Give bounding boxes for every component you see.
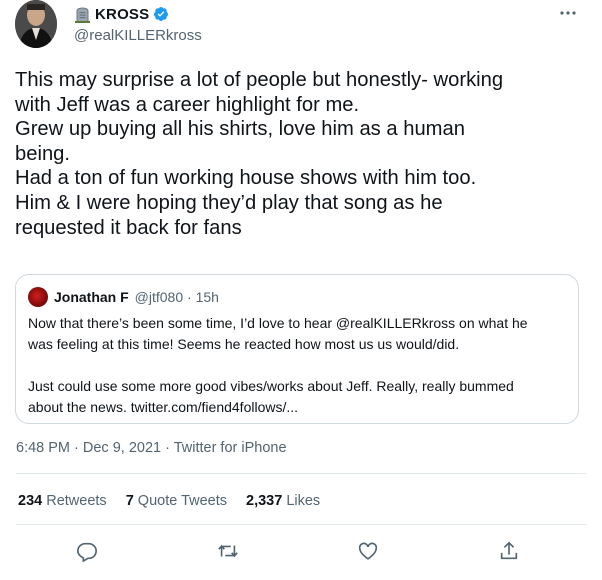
quote-text: Now that there’s been some time, I’d lov… xyxy=(28,313,568,418)
tweet-timestamp[interactable]: 6:48 PM · Dec 9, 2021 · Twitter for iPho… xyxy=(16,440,287,456)
tweet-detail: KROSS @realKILLERkross This may surprise… xyxy=(0,0,602,580)
likes-label: Likes xyxy=(286,493,321,509)
action-bar xyxy=(0,540,602,564)
retweets-label: Retweets xyxy=(46,493,107,509)
quote-tweets-stat[interactable]: 7 Quote Tweets xyxy=(126,493,227,509)
divider xyxy=(16,524,586,525)
share-icon[interactable] xyxy=(498,540,520,562)
retweets-count: 234 xyxy=(18,493,43,509)
headstone-emoji-icon xyxy=(74,5,91,23)
quote-tweets-label: Quote Tweets xyxy=(137,493,227,509)
quote-avatar[interactable] xyxy=(28,287,48,307)
quote-text-line: Just could use some more good vibes/work… xyxy=(28,378,514,394)
tweet-text-line: This may surprise a lot of people but ho… xyxy=(15,69,504,91)
quote-author-handle: @jtf080 · 15h xyxy=(134,289,219,305)
retweets-stat[interactable]: 234 Retweets xyxy=(18,493,107,509)
tweet-text-line: Had a ton of fun working house shows wit… xyxy=(15,167,477,190)
quote-tweets-count: 7 xyxy=(125,493,134,509)
quote-text-line: was feeling at this time! Seems he react… xyxy=(28,336,460,352)
tweet-text: This may surprise a lot of people but ho… xyxy=(15,68,595,240)
quote-author-name[interactable]: Jonathan F xyxy=(54,289,129,305)
tweet-text-line: being. xyxy=(15,142,71,165)
retweet-icon[interactable] xyxy=(217,540,239,562)
quote-paragraph-gap xyxy=(28,355,568,376)
quote-tweet-card[interactable]: Jonathan F @jtf080 · 15h Now that there’… xyxy=(15,274,579,424)
tweet-text-line: Grew up buying all his shirts, love him … xyxy=(15,118,465,141)
likes-stat[interactable]: 2,337 Likes xyxy=(246,493,320,509)
more-options-icon[interactable] xyxy=(558,6,578,20)
quote-text-line: about the news. twitter.com/fiend4follow… xyxy=(28,399,299,415)
likes-count: 2,337 xyxy=(246,493,283,509)
quote-text-line: Now that there’s been some time, I’d lov… xyxy=(28,315,528,331)
verified-badge-icon xyxy=(153,6,169,22)
tweet-text-line: with Jeff was a career highlight for me. xyxy=(15,93,360,116)
quote-header: Jonathan F @jtf080 · 15h xyxy=(28,287,219,307)
author-name-row[interactable]: KROSS xyxy=(74,5,169,23)
avatar[interactable] xyxy=(15,0,57,48)
tweet-text-line: requested it back for fans xyxy=(15,216,242,239)
divider xyxy=(16,473,586,474)
display-name[interactable]: KROSS xyxy=(95,6,149,23)
reply-icon[interactable] xyxy=(76,540,98,562)
like-icon[interactable] xyxy=(357,540,379,562)
engagement-stats: 234 Retweets 7 Quote Tweets 2,337 Likes xyxy=(18,493,320,509)
tweet-text-line: Him & I were hoping they’d play that son… xyxy=(15,191,443,214)
author-handle[interactable]: @realKILLERkross xyxy=(74,27,202,44)
